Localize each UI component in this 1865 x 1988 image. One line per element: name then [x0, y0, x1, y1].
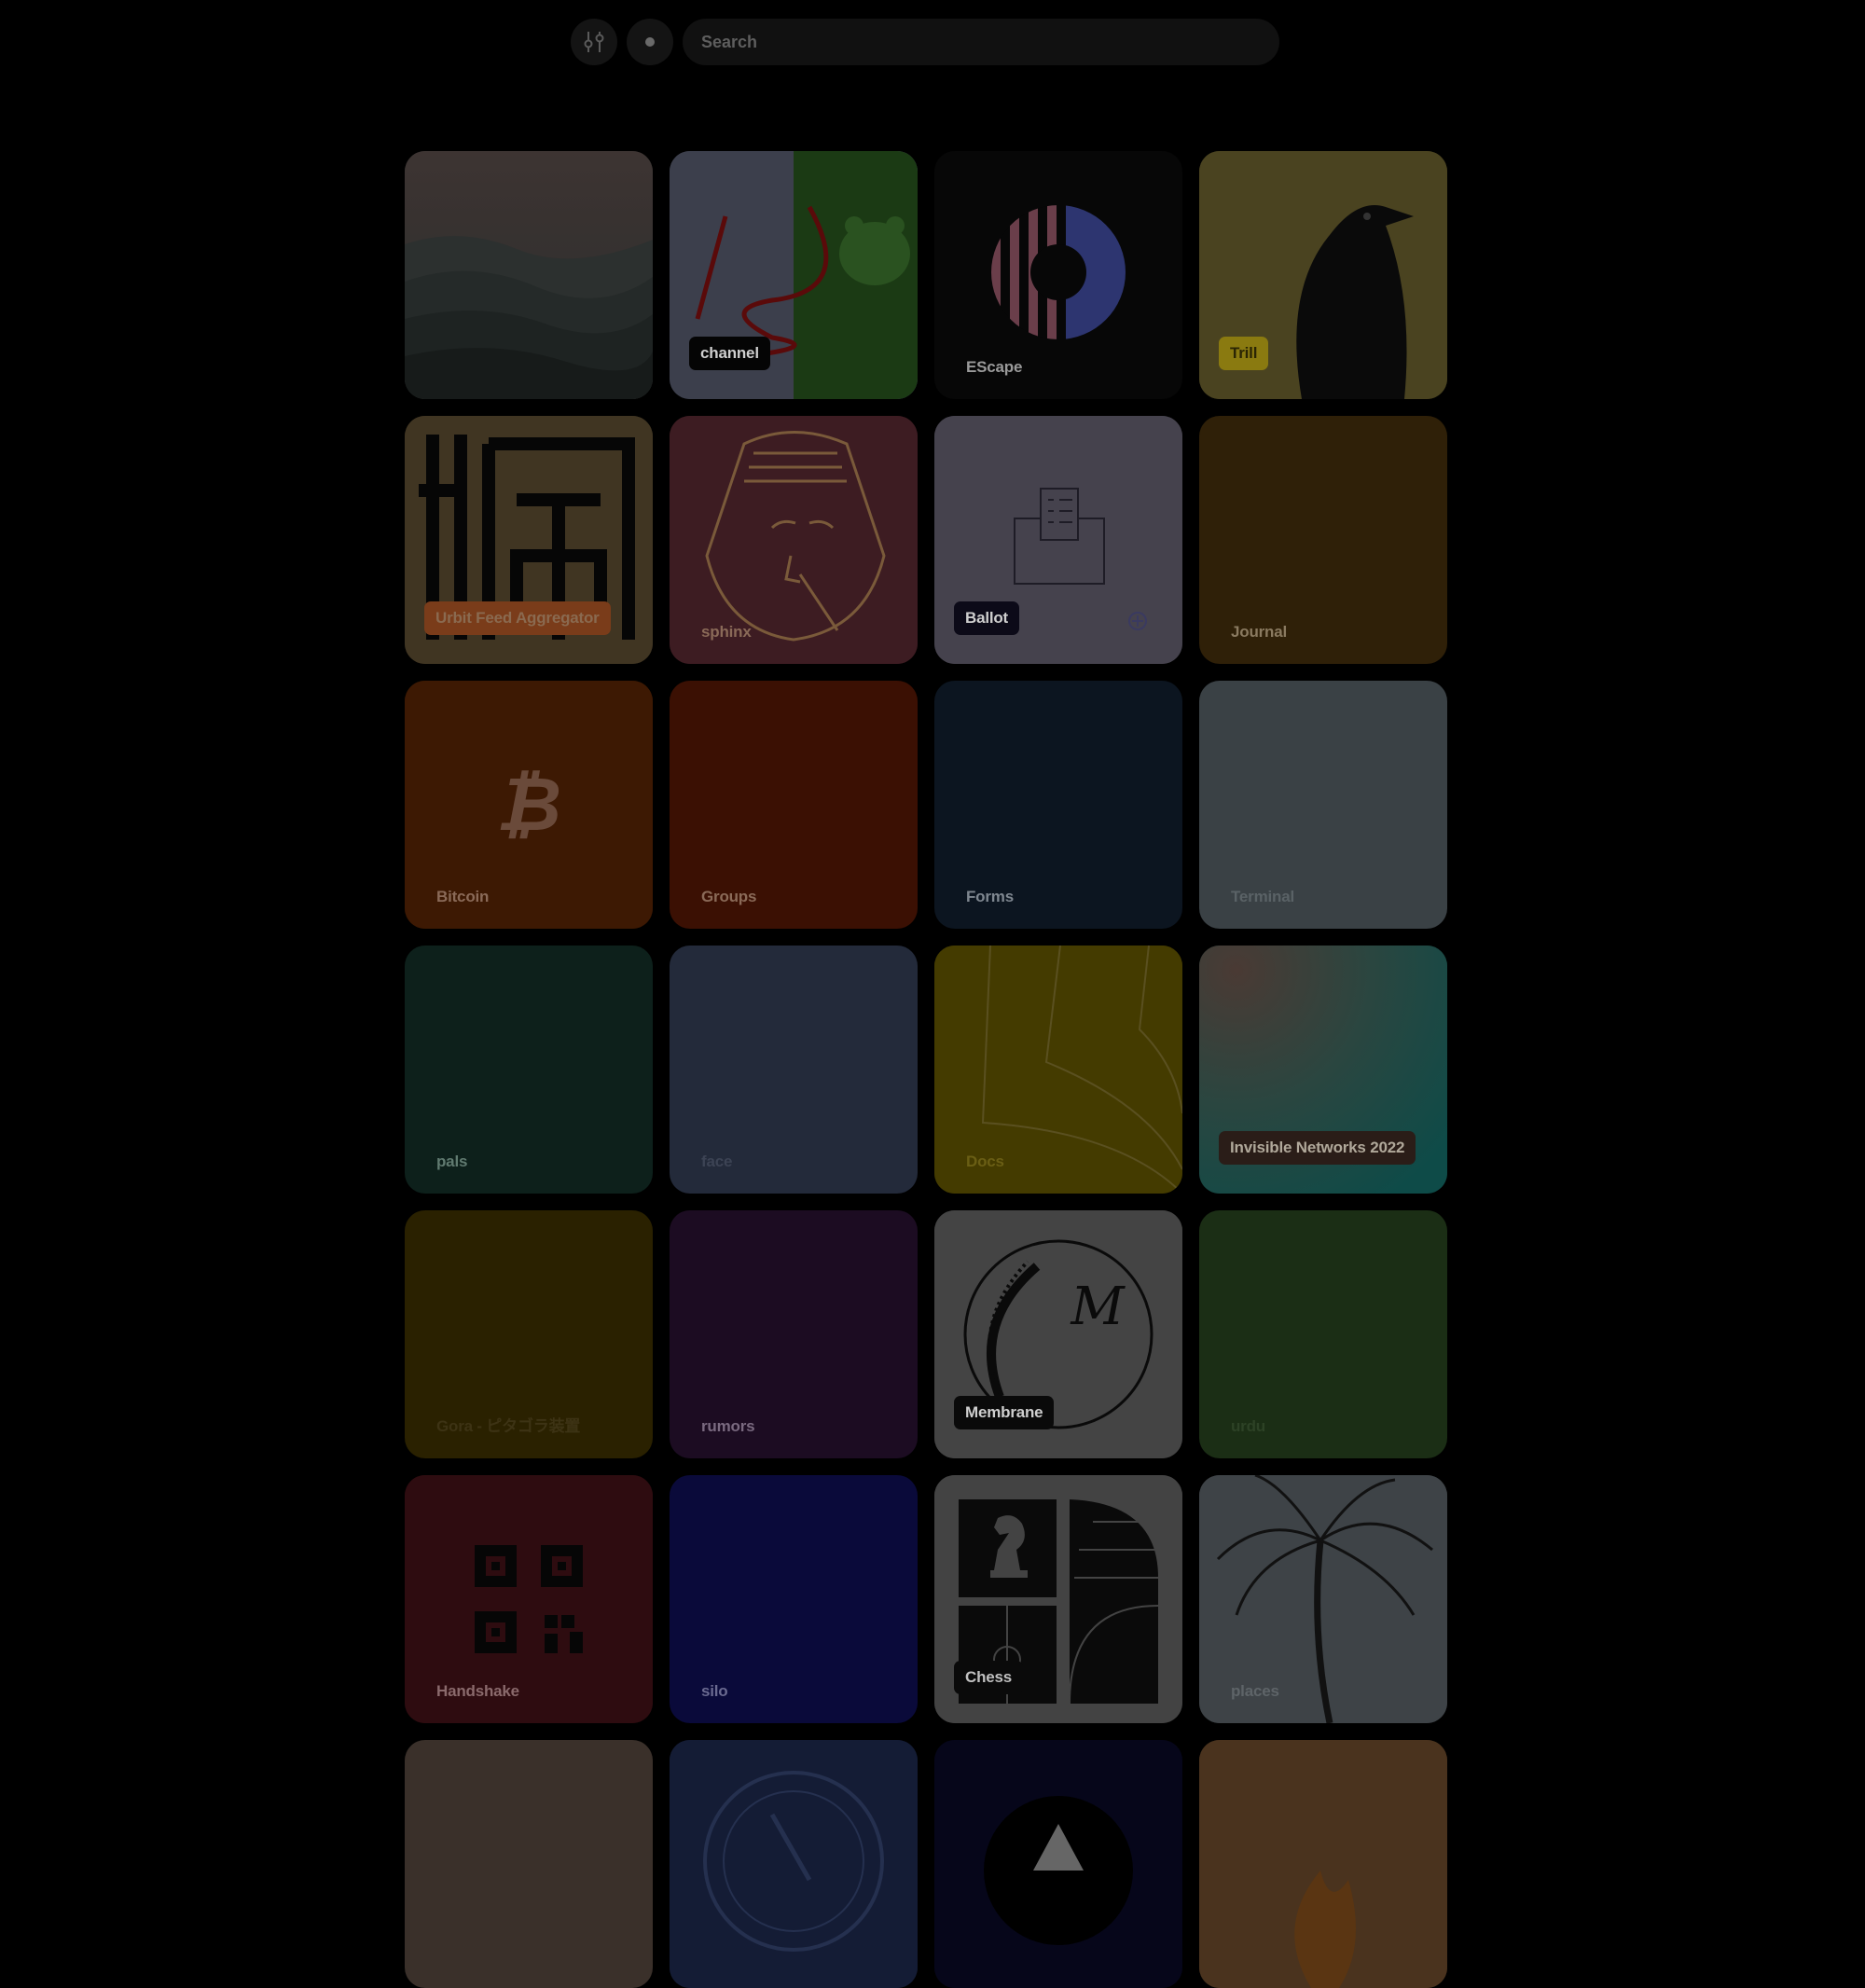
app-tile-label: Trill — [1219, 337, 1269, 370]
app-tile-journal[interactable]: Journal — [1199, 416, 1447, 664]
app-tile-urdu[interactable]: urdu — [1199, 1210, 1447, 1458]
app-tile-label: Ballot — [954, 601, 1020, 635]
dot-button[interactable] — [627, 19, 673, 65]
app-tile-label: Terminal — [1231, 888, 1294, 905]
app-tile-0[interactable] — [405, 151, 653, 399]
app-tile-trill[interactable]: Trill — [1199, 151, 1447, 399]
app-tile-docs[interactable]: Docs — [934, 946, 1182, 1194]
compass-icon — [670, 1740, 918, 1988]
app-tile-label: Membrane — [954, 1396, 1055, 1429]
app-tile-pals[interactable]: pals — [405, 946, 653, 1194]
app-tile-label: channel — [689, 337, 770, 370]
app-tile-escape[interactable]: EScape — [934, 151, 1182, 399]
mountains-icon — [405, 151, 653, 399]
app-tile-chess[interactable]: Chess — [934, 1475, 1182, 1723]
dot-icon — [645, 37, 655, 47]
app-tile-bitcoin[interactable]: ₿ Bitcoin — [405, 681, 653, 929]
app-tile-27[interactable] — [1199, 1740, 1447, 1988]
app-tile-label: rumors — [701, 1417, 755, 1435]
app-tile-label: Urbit Feed Aggregator — [424, 601, 611, 635]
app-tile-label: Gora - ピタゴラ装置 — [436, 1417, 581, 1435]
app-tile-label: places — [1231, 1682, 1279, 1700]
app-tile-24[interactable] — [405, 1740, 653, 1988]
app-tile-label: Docs — [966, 1153, 1004, 1170]
app-tile-label: sphinx — [701, 623, 752, 641]
app-tile-gora[interactable]: Gora - ピタゴラ装置 — [405, 1210, 653, 1458]
app-tile-sphinx[interactable]: sphinx — [670, 416, 918, 664]
app-tile-label: Chess — [954, 1661, 1024, 1694]
app-tile-label: Handshake — [436, 1682, 519, 1700]
app-tile-terminal[interactable]: Terminal — [1199, 681, 1447, 929]
app-tile-urbit-feed-aggregator[interactable]: Urbit Feed Aggregator — [405, 416, 653, 664]
search-input[interactable] — [699, 31, 1279, 53]
app-tile-label: EScape — [966, 358, 1023, 376]
app-tile-label: Groups — [701, 888, 757, 905]
triangle-icon — [934, 1740, 1182, 1988]
app-tile-places[interactable]: places — [1199, 1475, 1447, 1723]
top-bar — [571, 17, 1279, 67]
app-tile-label: Forms — [966, 888, 1014, 905]
app-tile-forms[interactable]: Forms — [934, 681, 1182, 929]
app-tile-face[interactable]: face — [670, 946, 918, 1194]
flame-icon — [1199, 1740, 1447, 1988]
app-tile-26[interactable] — [934, 1740, 1182, 1988]
app-tile-label: face — [701, 1153, 733, 1170]
app-tile-invisible-networks-2022[interactable]: Invisible Networks 2022 — [1199, 946, 1447, 1194]
app-tile-ballot[interactable]: Ballot — [934, 416, 1182, 664]
app-tile-rumors[interactable]: rumors — [670, 1210, 918, 1458]
app-tile-channel[interactable]: channel — [670, 151, 918, 399]
app-tile-label: silo — [701, 1682, 728, 1700]
search-bar[interactable] — [683, 19, 1279, 65]
svg-text:₿: ₿ — [496, 761, 561, 848]
app-tile-label: Invisible Networks 2022 — [1219, 1131, 1416, 1165]
app-tile-handshake[interactable]: Handshake — [405, 1475, 653, 1723]
app-tile-groups[interactable]: Groups — [670, 681, 918, 929]
app-tile-membrane[interactable]: M Membrane — [934, 1210, 1182, 1458]
app-tile-25[interactable] — [670, 1740, 918, 1988]
app-grid: channel EScape Trill Urbit Feed Aggregator s… — [405, 151, 1447, 1988]
app-tile-label: Bitcoin — [436, 888, 490, 905]
app-tile-label: urdu — [1231, 1417, 1265, 1435]
app-tile-silo[interactable]: silo — [670, 1475, 918, 1723]
app-tile-label: Journal — [1231, 623, 1288, 641]
app-tile-label: pals — [436, 1153, 468, 1170]
filter-button[interactable] — [571, 19, 617, 65]
svg-text:M: M — [1070, 1277, 1126, 1337]
sliders-icon — [584, 32, 604, 52]
